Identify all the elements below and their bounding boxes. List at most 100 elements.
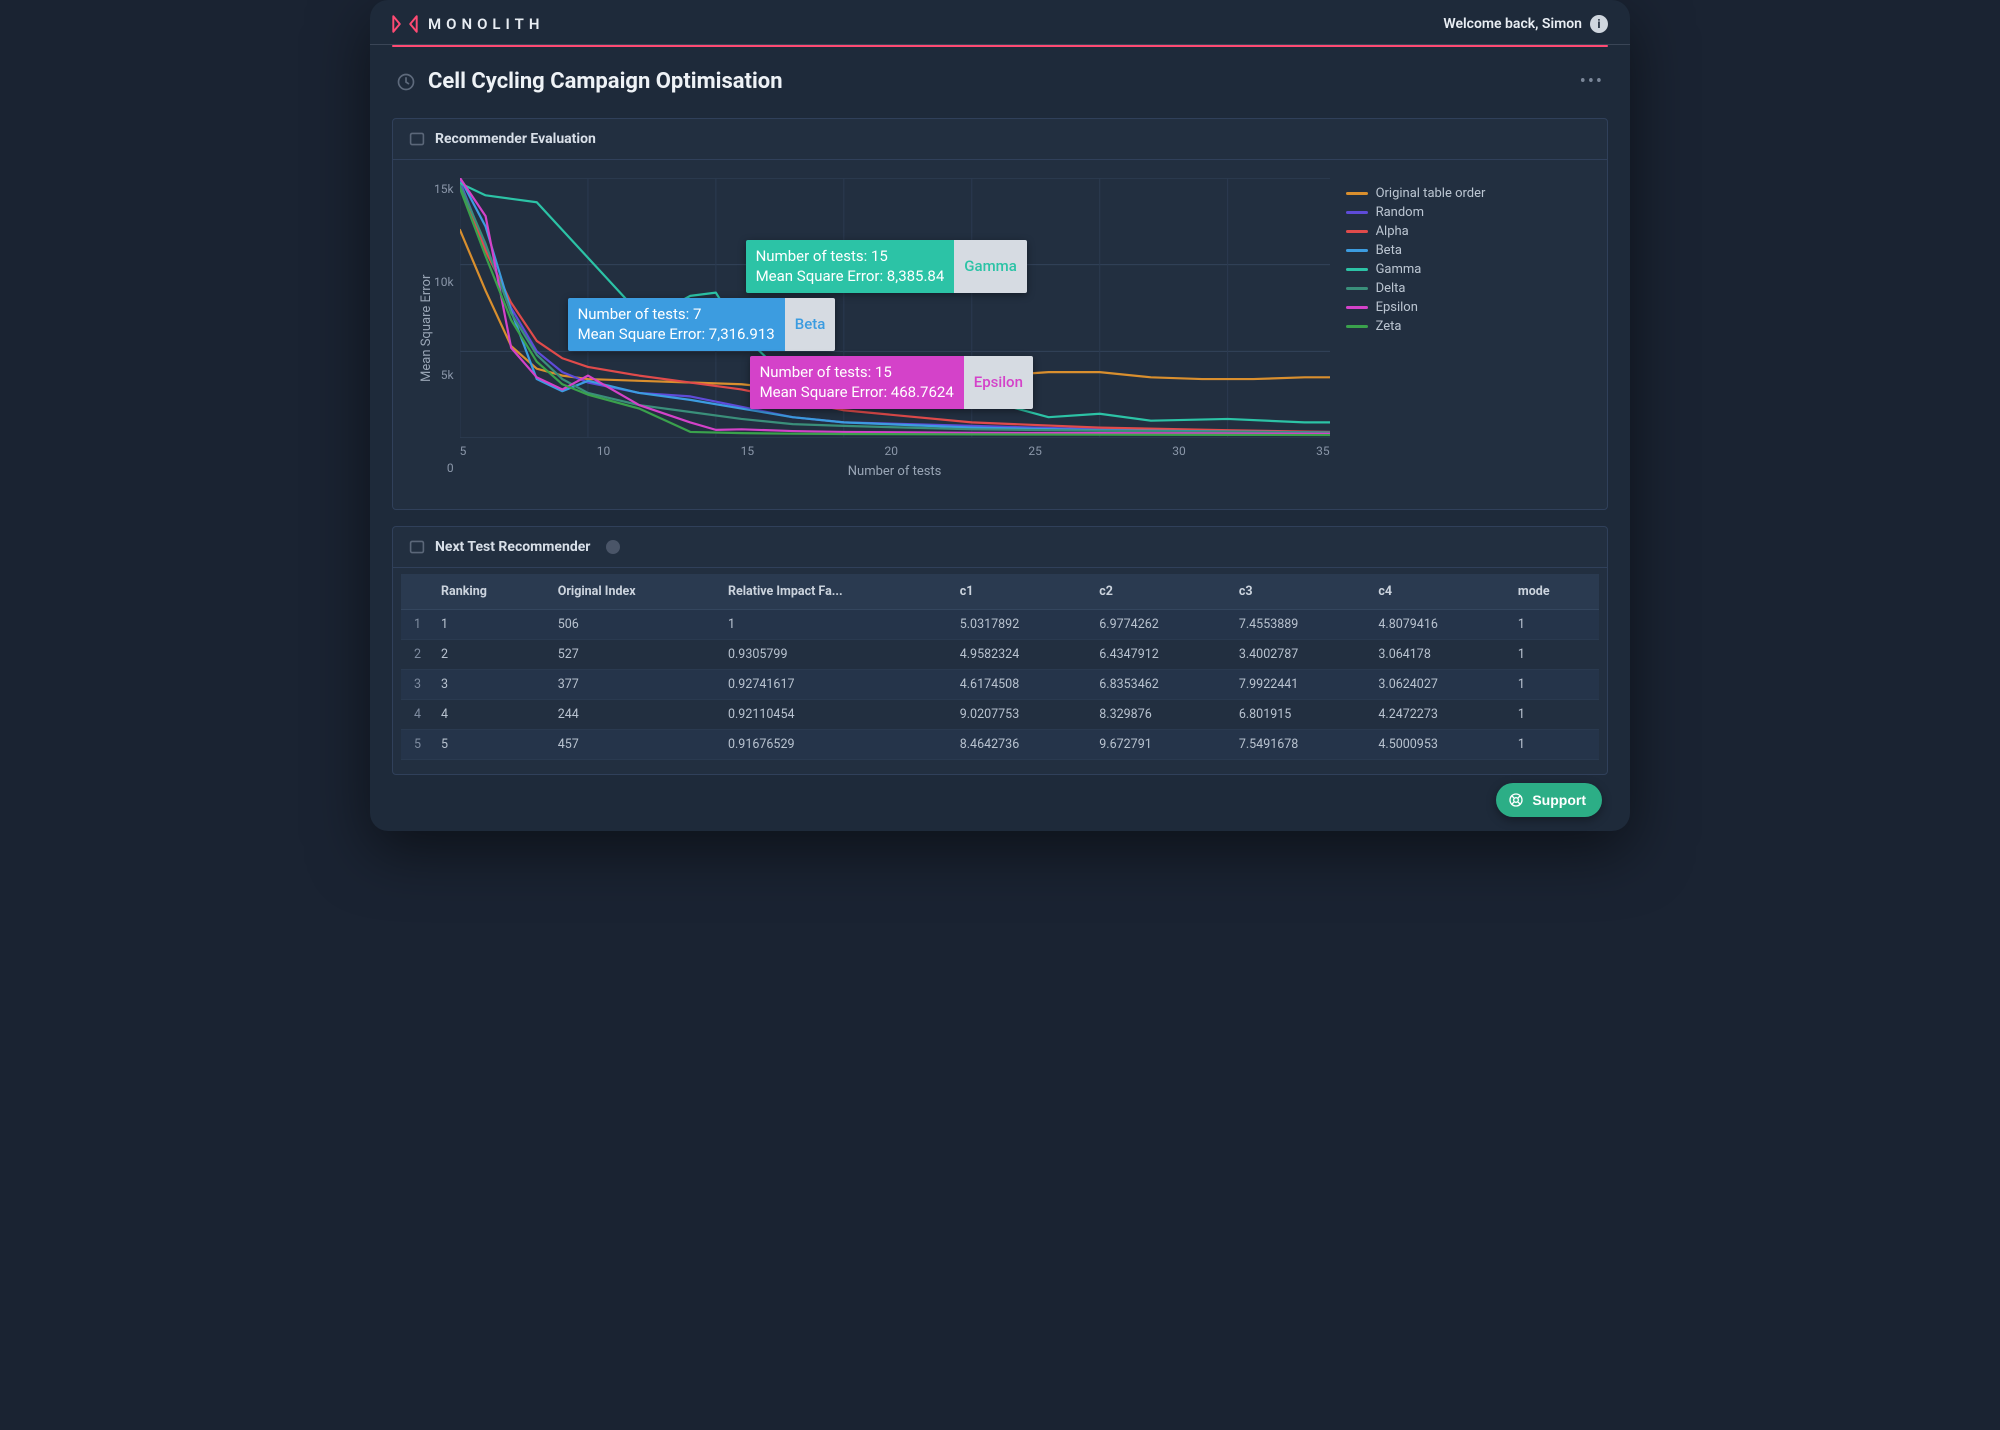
legend-item[interactable]: Delta: [1346, 281, 1526, 296]
legend-swatch: [1346, 249, 1368, 252]
tooltip-line: Mean Square Error: 8,385.84: [756, 266, 945, 286]
table-cell: 6.9774262: [1087, 610, 1227, 640]
table-header-cell[interactable]: c2: [1087, 574, 1227, 610]
tooltip-line: Mean Square Error: 7,316.913: [578, 324, 775, 344]
legend-item[interactable]: Gamma: [1346, 262, 1526, 277]
tooltip-gamma: Number of tests: 15 Mean Square Error: 8…: [746, 240, 1027, 293]
table-header-cell[interactable]: c4: [1366, 574, 1506, 610]
panel-header: Recommender Evaluation: [393, 119, 1607, 160]
x-tick: 20: [884, 444, 898, 458]
table-header-cell[interactable]: Relative Impact Fa...: [716, 574, 948, 610]
table-header-cell[interactable]: Ranking: [429, 574, 546, 610]
legend-item[interactable]: Beta: [1346, 243, 1526, 258]
table-cell: 2: [401, 640, 429, 670]
chart-legend: Original table order Random Alpha Beta Gamma…: [1346, 178, 1526, 479]
table-row[interactable]: 554570.916765298.46427369.6727917.549167…: [401, 730, 1599, 760]
panel-next-test-recommender: Next Test Recommender Ranking Original I…: [392, 526, 1608, 775]
user-avatar-icon: i: [1590, 15, 1608, 33]
table-cell: 8.4642736: [948, 730, 1088, 760]
table-header-cell[interactable]: mode: [1506, 574, 1599, 610]
table-row[interactable]: 1150615.03178926.97742627.45538894.80794…: [401, 610, 1599, 640]
chart-zone: Mean Square Error 15k 10k 5k 0 Number of…: [393, 160, 1607, 509]
table-cell: 1: [1506, 700, 1599, 730]
y-tick: 10k: [434, 275, 454, 289]
table-cell: 5: [401, 730, 429, 760]
x-tick: 25: [1028, 444, 1042, 458]
table-cell: 3.0624027: [1366, 670, 1506, 700]
x-tick: 35: [1316, 444, 1330, 458]
legend-swatch: [1346, 306, 1368, 309]
page-title: Cell Cycling Campaign Optimisation: [428, 69, 783, 94]
table-header-cell[interactable]: [401, 574, 429, 610]
table-row[interactable]: 225270.93057994.95823246.43479123.400278…: [401, 640, 1599, 670]
brand[interactable]: MONOLITH: [392, 14, 544, 34]
tooltip-line: Number of tests: 7: [578, 304, 775, 324]
table-cell: 6.801915: [1227, 700, 1367, 730]
table-cell: 527: [546, 640, 716, 670]
y-tick: 15k: [434, 182, 454, 196]
table-cell: 377: [546, 670, 716, 700]
topbar: MONOLITH Welcome back, Simon i: [370, 0, 1630, 45]
table-cell: 1: [401, 610, 429, 640]
table-cell: 4.6174508: [948, 670, 1088, 700]
table-row[interactable]: 442440.921104549.02077538.3298766.801915…: [401, 700, 1599, 730]
table-cell: 6.8353462: [1087, 670, 1227, 700]
legend-item[interactable]: Epsilon: [1346, 300, 1526, 315]
legend-swatch: [1346, 287, 1368, 290]
brand-name: MONOLITH: [428, 15, 544, 33]
brand-logo-icon: [392, 14, 418, 34]
table-cell: 6.4347912: [1087, 640, 1227, 670]
table-cell: 8.329876: [1087, 700, 1227, 730]
table-header-cell[interactable]: Original Index: [546, 574, 716, 610]
table-header-cell[interactable]: c3: [1227, 574, 1367, 610]
panel-title: Recommender Evaluation: [435, 131, 596, 147]
table-cell: 0.92741617: [716, 670, 948, 700]
clock-icon: [396, 72, 416, 92]
line-chart[interactable]: Number of tests: 15 Mean Square Error: 8…: [460, 178, 1330, 438]
table-cell: 3: [429, 670, 546, 700]
table-row[interactable]: 333770.927416174.61745086.83534627.99224…: [401, 670, 1599, 700]
x-axis-label: Number of tests: [460, 464, 1330, 479]
table-cell: 4.5000953: [1366, 730, 1506, 760]
table-header-cell[interactable]: c1: [948, 574, 1088, 610]
support-button[interactable]: Support: [1496, 783, 1602, 817]
table-cell: 9.672791: [1087, 730, 1227, 760]
recommender-table: Ranking Original Index Relative Impact F…: [393, 568, 1607, 774]
tooltip-line: Number of tests: 15: [756, 246, 945, 266]
table-cell: 5: [429, 730, 546, 760]
y-axis-label: Mean Square Error: [413, 178, 434, 479]
table-cell: 0.92110454: [716, 700, 948, 730]
table-cell: 1: [1506, 670, 1599, 700]
legend-label: Zeta: [1376, 319, 1402, 334]
y-axis-ticks: 15k 10k 5k 0: [434, 178, 460, 479]
legend-item[interactable]: Original table order: [1346, 186, 1526, 201]
table-cell: 0.91676529: [716, 730, 948, 760]
table-cell: 506: [546, 610, 716, 640]
legend-label: Random: [1376, 205, 1424, 220]
y-tick: 5k: [434, 368, 454, 382]
tooltip-series-label: Beta: [785, 298, 836, 351]
legend-item[interactable]: Alpha: [1346, 224, 1526, 239]
panel-recommender-evaluation: Recommender Evaluation Mean Square Error…: [392, 118, 1608, 510]
table-cell: 1: [1506, 610, 1599, 640]
legend-swatch: [1346, 211, 1368, 214]
legend-item[interactable]: Random: [1346, 205, 1526, 220]
panel-card-icon: [409, 539, 425, 555]
legend-item[interactable]: Zeta: [1346, 319, 1526, 334]
app-window: MONOLITH Welcome back, Simon i Cell Cycl…: [370, 0, 1630, 831]
page-menu-button[interactable]: •••: [1580, 71, 1604, 92]
x-tick: 10: [597, 444, 611, 458]
table-cell: 4.8079416: [1366, 610, 1506, 640]
welcome-user[interactable]: Welcome back, Simon i: [1443, 15, 1608, 33]
page-header: Cell Cycling Campaign Optimisation •••: [370, 47, 1630, 108]
y-tick: 0: [434, 461, 454, 475]
info-icon[interactable]: [606, 540, 620, 554]
table-cell: 4: [401, 700, 429, 730]
tooltip-series-label: Gamma: [954, 240, 1027, 293]
x-tick: 30: [1172, 444, 1186, 458]
table-cell: 3.064178: [1366, 640, 1506, 670]
table-cell: 244: [546, 700, 716, 730]
legend-label: Epsilon: [1376, 300, 1418, 315]
table-cell: 457: [546, 730, 716, 760]
table-cell: 4.9582324: [948, 640, 1088, 670]
